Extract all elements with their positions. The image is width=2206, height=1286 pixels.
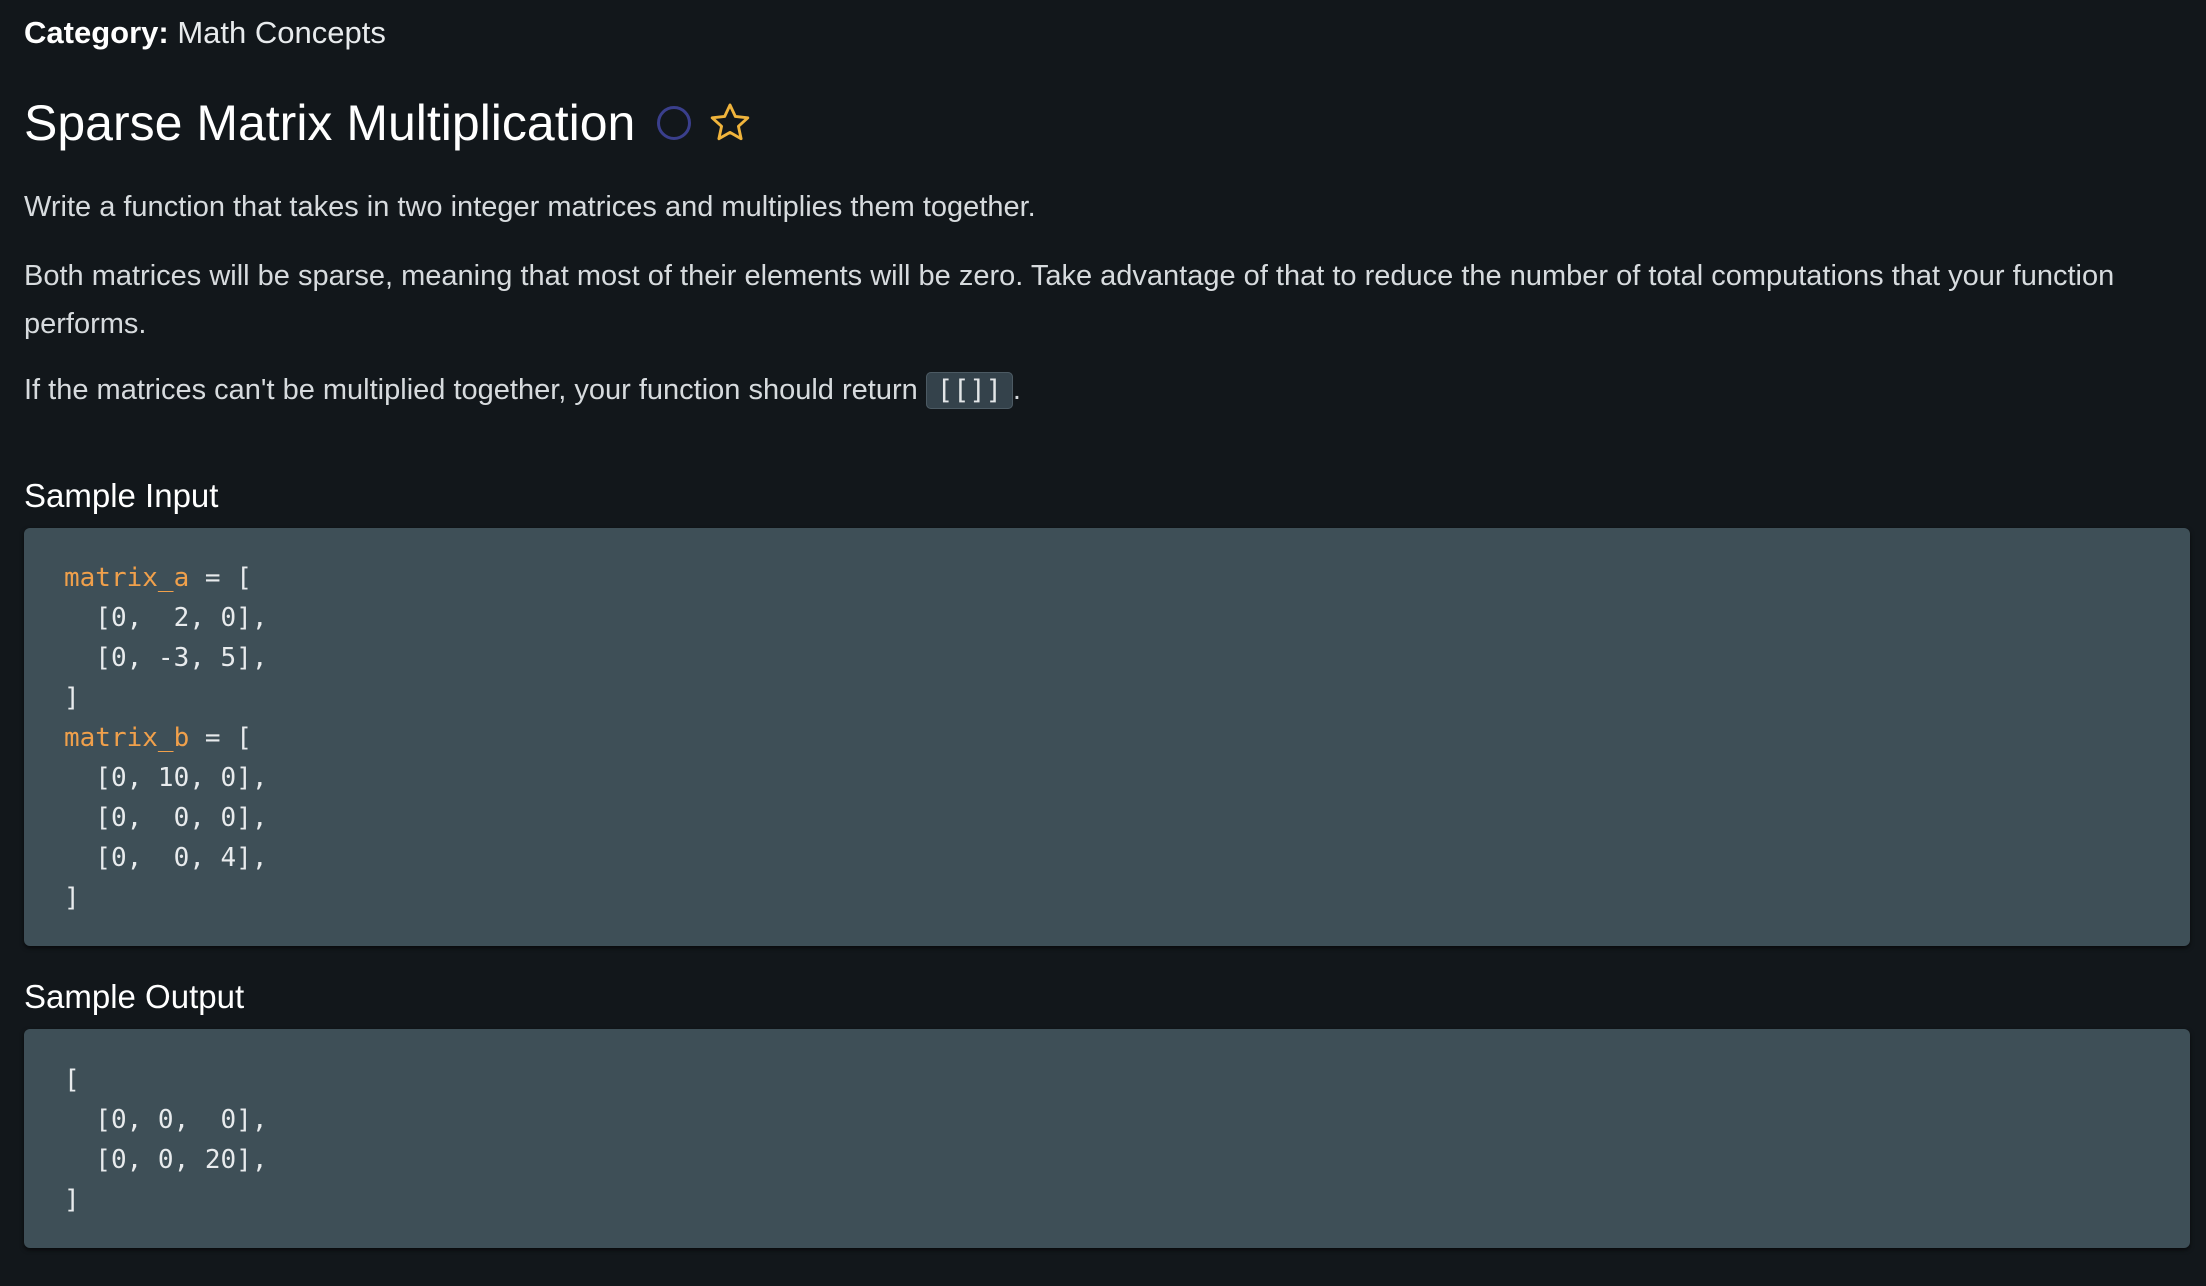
code-line: ]	[64, 678, 2150, 718]
code-text: [	[64, 1065, 80, 1095]
description-period: .	[1012, 374, 1021, 406]
code-line: matrix_a = [	[64, 558, 2150, 598]
code-line: [0, 0, 4],	[64, 838, 2150, 878]
title-row: Sparse Matrix Multiplication	[24, 90, 753, 156]
star-icon[interactable]	[707, 100, 753, 146]
code-text: [0, 0, 0],	[64, 803, 268, 833]
category-line: Category: Math Concepts	[24, 14, 386, 52]
code-text: [0, 0, 0],	[64, 1105, 268, 1135]
sample-output-heading: Sample Output	[24, 978, 245, 1015]
code-line: [0, 10, 0],	[64, 758, 2150, 798]
code-text: ]	[64, 683, 80, 713]
code-line: [0, -3, 5],	[64, 638, 2150, 678]
code-line: [0, 0, 20],	[64, 1140, 2150, 1180]
description-paragraph-1: Write a function that takes in two integ…	[24, 191, 1036, 223]
circle-icon[interactable]	[657, 106, 692, 140]
code-text: [0, -3, 5],	[64, 643, 268, 673]
sample-input-heading: Sample Input	[24, 477, 219, 514]
code-line: [	[64, 1060, 2150, 1100]
code-line: [0, 0, 0],	[64, 798, 2150, 838]
sample-output-code-block: [ [0, 0, 0], [0, 0, 20], ]	[24, 1029, 2190, 1248]
code-text: [0, 0, 4],	[64, 843, 268, 873]
code-line: ]	[64, 878, 2150, 918]
description-paragraph-2: Both matrices will be sparse, meaning th…	[24, 260, 2115, 340]
sample-input-code-block: matrix_a = [ [0, 2, 0], [0, -3, 5], ] ma…	[24, 528, 2190, 946]
category-label: Category:	[24, 15, 169, 50]
code-line: [0, 0, 0],	[64, 1100, 2150, 1140]
code-line: ]	[64, 1180, 2150, 1220]
code-text: ]	[64, 1185, 80, 1215]
description-text: If the matrices can't be multiplied toge…	[24, 374, 926, 406]
code-line: [0, 2, 0],	[64, 598, 2150, 638]
code-text: [0, 2, 0],	[64, 603, 268, 633]
question-title: Sparse Matrix Multiplication	[24, 95, 636, 151]
code-text: = [	[189, 723, 252, 753]
code-text: ]	[64, 883, 80, 913]
description-paragraph-3: If the matrices can't be multiplied toge…	[24, 366, 2190, 415]
code-variable: matrix_b	[64, 723, 190, 753]
category-value: Math Concepts	[177, 15, 386, 50]
code-variable: matrix_a	[64, 563, 190, 593]
code-text: [0, 10, 0],	[64, 763, 268, 793]
inline-code: [[]]	[925, 372, 1013, 409]
code-text: = [	[189, 563, 252, 593]
code-text: [0, 0, 20],	[64, 1145, 268, 1175]
code-line: matrix_b = [	[64, 718, 2150, 758]
